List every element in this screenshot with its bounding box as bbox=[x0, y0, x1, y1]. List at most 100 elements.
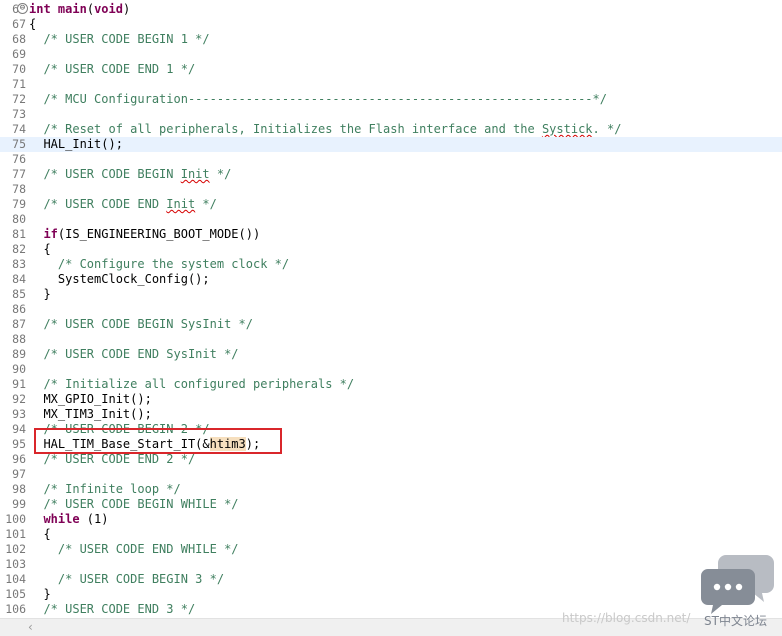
code-text: /* USER CODE END Init */ bbox=[29, 197, 217, 212]
code-text: /* MCU Configuration--------------------… bbox=[29, 92, 607, 107]
code-line[interactable]: 77 /* USER CODE BEGIN Init */ bbox=[0, 167, 782, 182]
code-token: /* USER CODE END bbox=[29, 197, 167, 211]
code-token: /* USER CODE END 2 */ bbox=[29, 452, 196, 466]
code-text: } bbox=[29, 287, 51, 302]
code-token: Init bbox=[180, 167, 210, 181]
scroll-left-arrow-icon[interactable]: ‹ bbox=[28, 620, 33, 634]
code-token: } bbox=[29, 287, 51, 301]
code-line[interactable]: 73 bbox=[0, 107, 782, 122]
code-token: /* Configure the system clock */ bbox=[29, 257, 290, 271]
line-number: 75 bbox=[12, 137, 26, 151]
code-line[interactable]: 101 { bbox=[0, 527, 782, 542]
code-line[interactable]: 72 /* MCU Configuration-----------------… bbox=[0, 92, 782, 107]
code-line[interactable]: 105 } bbox=[0, 587, 782, 602]
code-text: if(IS_ENGINEERING_BOOT_MODE()) bbox=[29, 227, 260, 242]
code-text: /* USER CODE END SysInit */ bbox=[29, 347, 238, 362]
code-line[interactable]: 102 /* USER CODE END WHILE */ bbox=[0, 542, 782, 557]
code-line[interactable]: 88 bbox=[0, 332, 782, 347]
code-line[interactable]: 100 while (1) bbox=[0, 512, 782, 527]
code-line[interactable]: 87 /* USER CODE BEGIN SysInit */ bbox=[0, 317, 782, 332]
code-line[interactable]: 74 /* Reset of all peripherals, Initiali… bbox=[0, 122, 782, 137]
code-line[interactable]: 70 /* USER CODE END 1 */ bbox=[0, 62, 782, 77]
code-token: HAL_Init(); bbox=[29, 137, 123, 151]
code-line[interactable]: 66⊖int main(void) bbox=[0, 2, 782, 17]
code-text: /* USER CODE END 3 */ bbox=[29, 602, 195, 617]
fold-collapse-icon[interactable]: ⊖ bbox=[17, 3, 28, 14]
code-token: /* MCU Configuration--------------------… bbox=[29, 92, 607, 106]
code-token: ) bbox=[122, 2, 131, 16]
annotation-highlight-box bbox=[34, 428, 282, 454]
code-text: /* USER CODE BEGIN 3 */ bbox=[29, 572, 224, 587]
code-line[interactable]: 92 MX_GPIO_Init(); bbox=[0, 392, 782, 407]
code-text: /* Infinite loop */ bbox=[29, 482, 181, 497]
code-text: SystemClock_Config(); bbox=[29, 272, 210, 287]
code-token: if bbox=[43, 227, 58, 241]
line-number: 82 bbox=[12, 242, 26, 256]
line-number: 90 bbox=[12, 362, 26, 376]
code-text: int main(void) bbox=[29, 2, 130, 17]
code-line[interactable]: 71 bbox=[0, 77, 782, 92]
line-number: 74 bbox=[12, 122, 26, 136]
code-line[interactable]: 98 /* Infinite loop */ bbox=[0, 482, 782, 497]
code-line[interactable]: 75 HAL_Init(); bbox=[0, 137, 782, 152]
code-line[interactable]: 78 bbox=[0, 182, 782, 197]
code-token: /* Infinite loop */ bbox=[29, 482, 181, 496]
line-number: 106 bbox=[5, 602, 26, 616]
line-number: 85 bbox=[12, 287, 26, 301]
code-line[interactable]: 99 /* USER CODE BEGIN WHILE */ bbox=[0, 497, 782, 512]
line-number: 104 bbox=[5, 572, 26, 586]
line-number: 72 bbox=[12, 92, 26, 106]
code-token: . */ bbox=[592, 122, 622, 136]
line-number: 73 bbox=[12, 107, 26, 121]
line-number: 93 bbox=[12, 407, 26, 421]
code-line[interactable]: 97 bbox=[0, 467, 782, 482]
line-number: 105 bbox=[5, 587, 26, 601]
code-line[interactable]: 85 } bbox=[0, 287, 782, 302]
code-line[interactable]: 81 if(IS_ENGINEERING_BOOT_MODE()) bbox=[0, 227, 782, 242]
line-number: 87 bbox=[12, 317, 26, 331]
code-editor[interactable]: 66⊖int main(void)67{68 /* USER CODE BEGI… bbox=[0, 0, 782, 618]
code-text: /* USER CODE BEGIN SysInit */ bbox=[29, 317, 253, 332]
code-line[interactable]: 90 bbox=[0, 362, 782, 377]
line-number: 95 bbox=[12, 437, 26, 451]
code-line[interactable]: 86 bbox=[0, 302, 782, 317]
code-token: (1) bbox=[79, 512, 109, 526]
code-token: ( bbox=[86, 2, 95, 16]
line-number: 86 bbox=[12, 302, 26, 316]
code-line[interactable]: 96 /* USER CODE END 2 */ bbox=[0, 452, 782, 467]
code-token: /* USER CODE BEGIN WHILE */ bbox=[29, 497, 239, 511]
code-line[interactable]: 80 bbox=[0, 212, 782, 227]
code-line[interactable]: 67{ bbox=[0, 17, 782, 32]
line-number: 102 bbox=[5, 542, 26, 556]
code-line[interactable]: 82 { bbox=[0, 242, 782, 257]
code-line[interactable]: 79 /* USER CODE END Init */ bbox=[0, 197, 782, 212]
code-line[interactable]: 69 bbox=[0, 47, 782, 62]
code-token: */ bbox=[209, 167, 232, 181]
code-token: /* USER CODE BEGIN SysInit */ bbox=[29, 317, 253, 331]
code-token: */ bbox=[195, 197, 217, 211]
line-number: 83 bbox=[12, 257, 26, 271]
line-number: 94 bbox=[12, 422, 26, 436]
code-line[interactable]: 91 /* Initialize all configured peripher… bbox=[0, 377, 782, 392]
code-line[interactable]: 93 MX_TIM3_Init(); bbox=[0, 407, 782, 422]
code-line[interactable]: 83 /* Configure the system clock */ bbox=[0, 257, 782, 272]
watermark-url: https://blog.csdn.net/ bbox=[562, 611, 691, 625]
code-line[interactable]: 84 SystemClock_Config(); bbox=[0, 272, 782, 287]
code-token: SystemClock_Config(); bbox=[29, 272, 210, 286]
code-line[interactable]: 89 /* USER CODE END SysInit */ bbox=[0, 347, 782, 362]
code-text: /* Initialize all configured peripherals… bbox=[29, 377, 354, 392]
code-token: /* USER CODE END WHILE */ bbox=[29, 542, 239, 556]
code-line[interactable]: 103 bbox=[0, 557, 782, 572]
line-number: 84 bbox=[12, 272, 26, 286]
code-line[interactable]: 68 /* USER CODE BEGIN 1 */ bbox=[0, 32, 782, 47]
line-number: 91 bbox=[12, 377, 26, 391]
code-text: /* USER CODE END 1 */ bbox=[29, 62, 195, 77]
code-line[interactable]: 76 bbox=[0, 152, 782, 167]
line-number: 99 bbox=[12, 497, 26, 511]
code-token: void bbox=[94, 2, 123, 16]
code-token: /* USER CODE BEGIN 3 */ bbox=[29, 572, 225, 586]
code-line[interactable]: 104 /* USER CODE BEGIN 3 */ bbox=[0, 572, 782, 587]
